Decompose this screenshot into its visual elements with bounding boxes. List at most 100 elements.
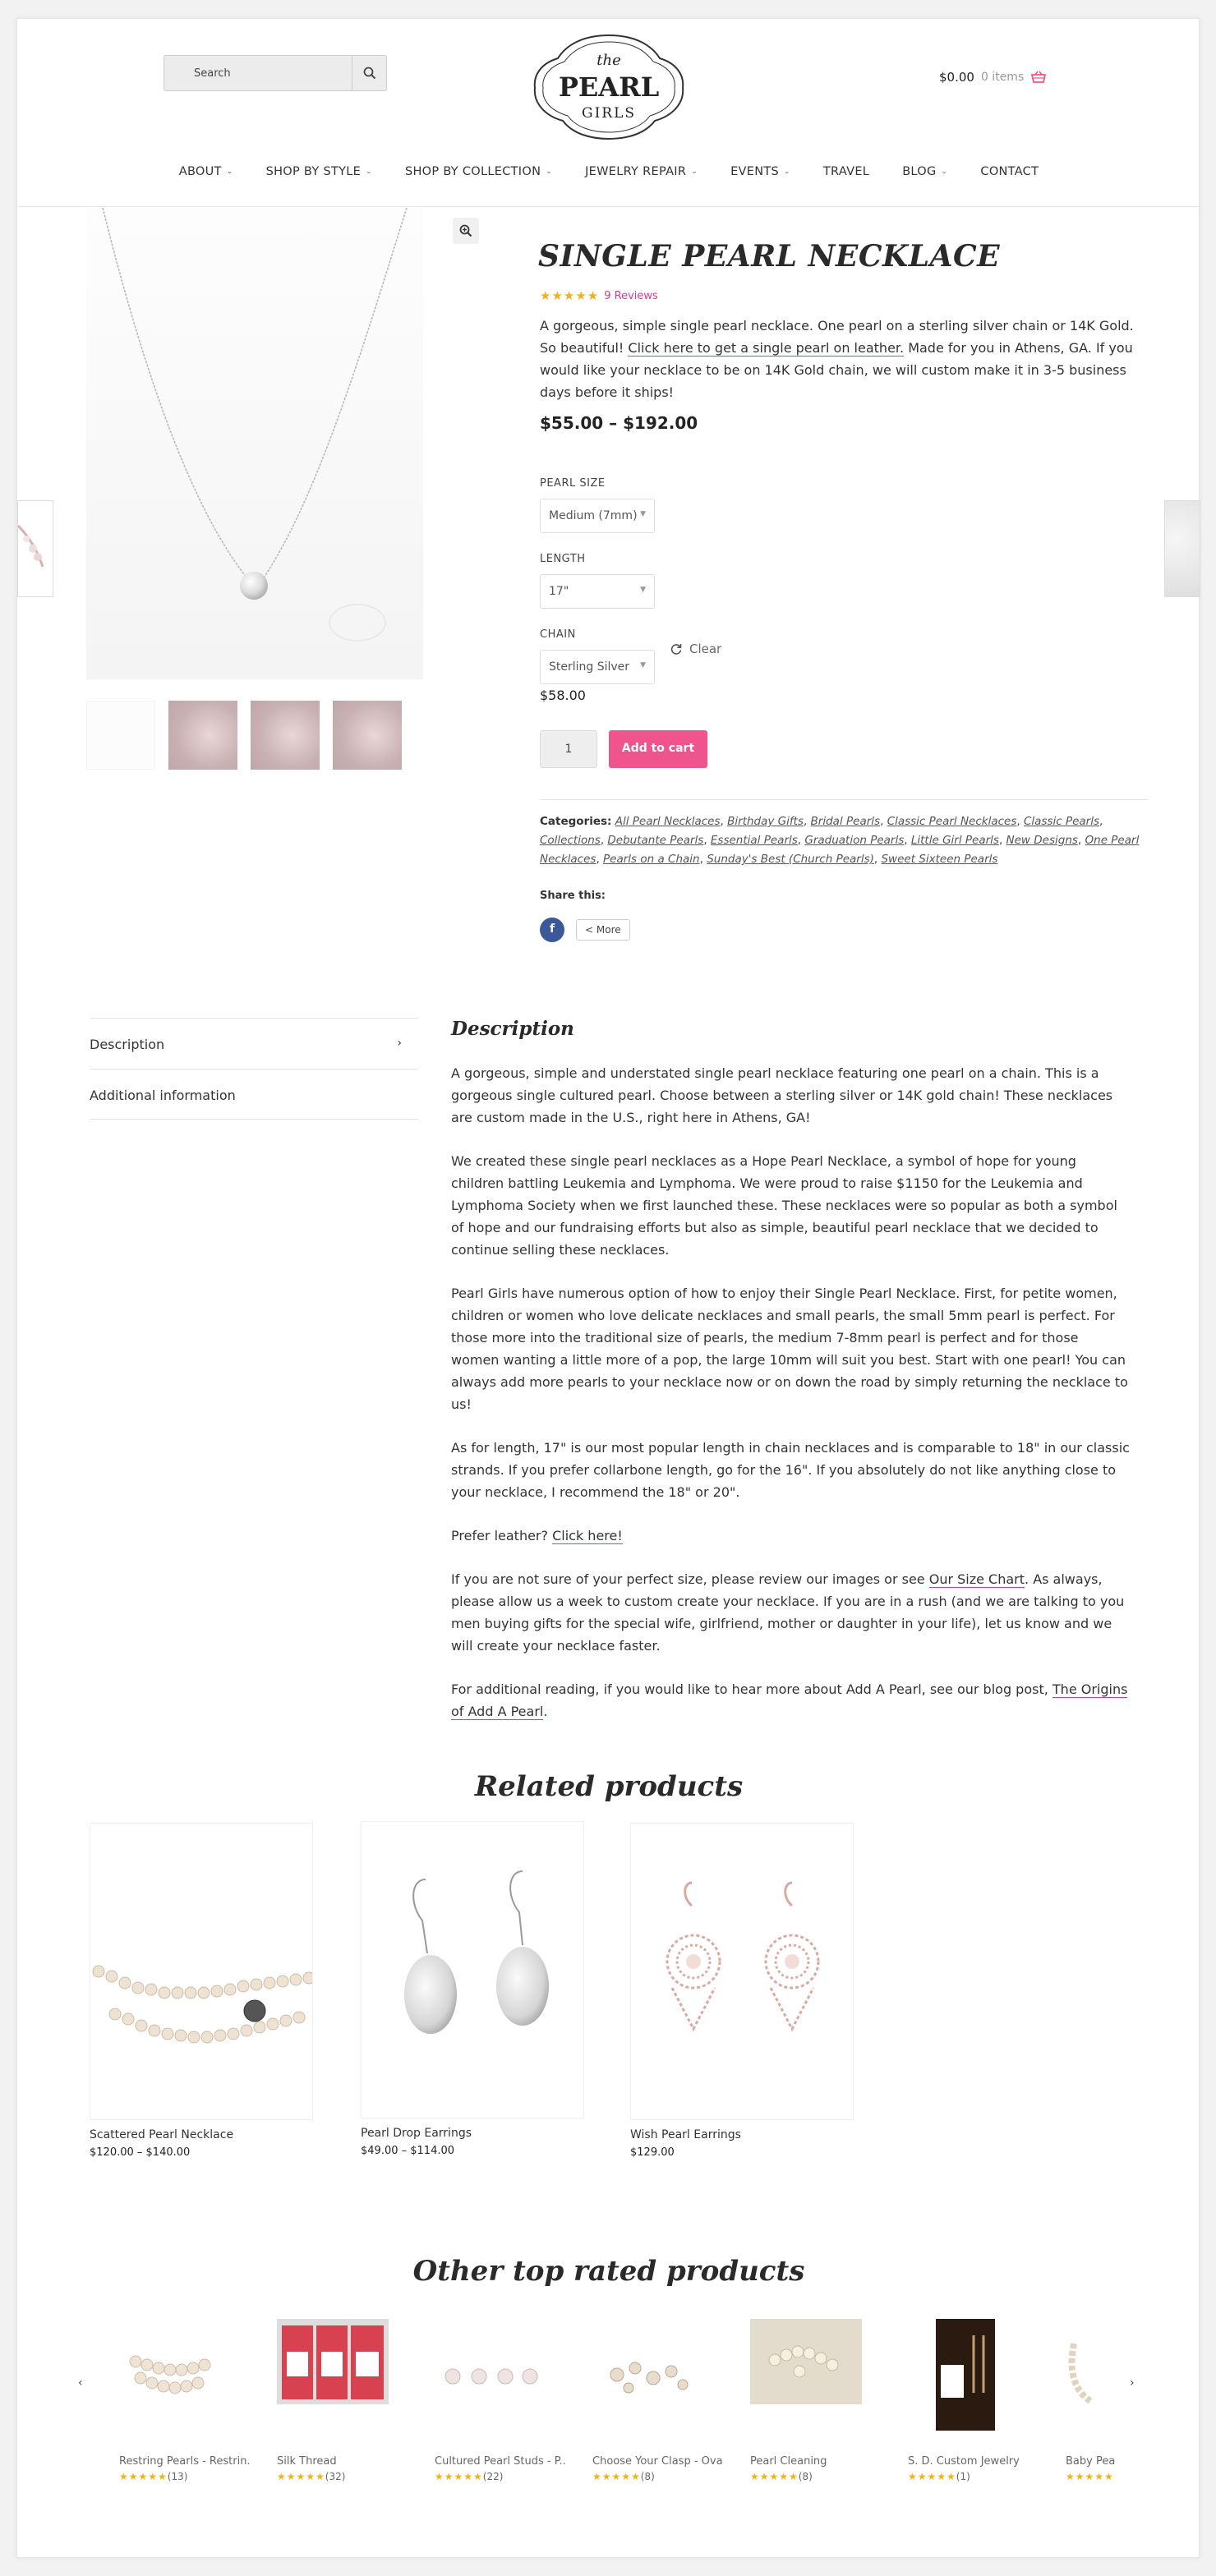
gallery-thumb[interactable]	[86, 701, 155, 770]
tab-description[interactable]: Description ›	[90, 1018, 418, 1069]
category-link[interactable]: Birthday Gifts	[727, 815, 804, 828]
facebook-share-button[interactable]: f	[540, 918, 564, 942]
top-rated-product-name[interactable]: S. D. Custom Jewelry	[908, 2455, 1039, 2468]
more-share-button[interactable]: < More	[576, 919, 630, 941]
tab-label: Additional information	[90, 1088, 236, 1103]
category-link[interactable]: Little Girl Pearls	[911, 834, 999, 847]
related-product-card[interactable]: Pearl Drop Earrings $49.00 – $114.00	[361, 1821, 584, 2157]
related-product-name[interactable]: Wish Pearl Earrings	[630, 2128, 854, 2141]
top-rated-product-image[interactable]	[119, 2319, 231, 2431]
top-rated-product-card[interactable]: Choose Your Clasp - Ova... ★★★★★(8)	[592, 2319, 724, 2482]
related-product-card[interactable]: Scattered Pearl Necklace $120.00 – $140.…	[90, 1823, 313, 2159]
category-link[interactable]: Graduation Pearls	[804, 834, 904, 847]
top-rated-product-image[interactable]	[277, 2319, 389, 2431]
top-rated-product-card[interactable]: Silk Thread ★★★★★(32)	[277, 2319, 408, 2482]
search-box[interactable]: Search	[164, 55, 387, 91]
basket-icon	[1031, 71, 1047, 83]
nav-item-about[interactable]: ABOUT ⌄	[179, 165, 233, 178]
add-to-cart-button[interactable]: Add to cart	[609, 730, 707, 768]
nav-item-shop-by-style[interactable]: SHOP BY STYLE ⌄	[266, 165, 372, 178]
cart-total: $0.00	[939, 70, 974, 85]
top-rated-product-image[interactable]	[750, 2319, 862, 2431]
variation-price: $58.00	[540, 688, 586, 703]
category-link[interactable]: Sunday's Best (Church Pearls)	[707, 853, 874, 866]
next-product-peek[interactable]	[1164, 500, 1200, 597]
prev-product-thumb	[18, 524, 44, 568]
category-link[interactable]: Classic Pearls	[1024, 815, 1099, 828]
leather-link[interactable]: Click here to get a single pearl on leat…	[628, 340, 905, 356]
category-link[interactable]: Classic Pearl Necklaces	[887, 815, 1017, 828]
nav-item-jewelry-repair[interactable]: JEWELRY REPAIR ⌄	[585, 165, 698, 178]
rating-count: (8)	[640, 2471, 655, 2482]
category-link[interactable]: All Pearl Necklaces	[615, 815, 721, 828]
star-rating: ★★★★★	[435, 2471, 483, 2482]
related-product-name[interactable]: Pearl Drop Earrings	[361, 2127, 584, 2140]
related-product-image[interactable]	[630, 1823, 854, 2120]
top-rated-product-name[interactable]: Baby Pea	[1066, 2455, 1118, 2468]
description-heading: Description	[451, 1018, 574, 1040]
chevron-down-icon: ⌄	[226, 168, 233, 176]
related-product-image[interactable]	[361, 1821, 584, 2118]
quantity-input[interactable]: 1	[540, 730, 597, 768]
length-select[interactable]: 17" ▼	[540, 574, 655, 609]
category-link[interactable]: Sweet Sixteen Pearls	[881, 853, 997, 866]
zoom-button[interactable]	[453, 218, 479, 244]
top-rated-product-image[interactable]	[908, 2319, 1020, 2431]
nav-item-blog[interactable]: BLOG ⌄	[902, 165, 947, 178]
rating-count: (13)	[167, 2471, 188, 2482]
category-link[interactable]: Pearls on a Chain	[603, 853, 700, 866]
top-rated-product-name[interactable]: Pearl Cleaning	[750, 2455, 882, 2468]
top-rated-product-rating: ★★★★★(8)	[592, 2471, 724, 2482]
top-rated-product-card[interactable]: S. D. Custom Jewelry ★★★★★(1)	[908, 2319, 1039, 2482]
related-product-card[interactable]: Wish Pearl Earrings $129.00	[630, 1823, 854, 2159]
nav-item-events[interactable]: EVENTS ⌄	[730, 165, 790, 178]
top-rated-product-card[interactable]: Restring Pearls - Restrin... ★★★★★(13)	[119, 2319, 251, 2482]
category-link[interactable]: Debutante Pearls	[607, 834, 703, 847]
pearl-size-select[interactable]: Medium (7mm) ▼	[540, 499, 655, 533]
search-input[interactable]: Search	[164, 56, 352, 90]
top-rated-product-card[interactable]: Baby Pea ★★★★★	[1066, 2319, 1118, 2482]
top-rated-product-card[interactable]: Pearl Cleaning ★★★★★(8)	[750, 2319, 882, 2482]
rating-count: (32)	[325, 2471, 346, 2482]
prev-product-peek[interactable]	[17, 500, 53, 597]
nav-item-contact[interactable]: CONTACT	[980, 165, 1039, 178]
nav-item-travel[interactable]: TRAVEL	[823, 165, 869, 178]
chevron-down-icon: ⌄	[366, 168, 372, 176]
chain-select[interactable]: Sterling Silver ▼	[540, 650, 655, 684]
top-rated-product-name[interactable]: Choose Your Clasp - Ova...	[592, 2455, 724, 2468]
category-link[interactable]: Bridal Pearls	[811, 815, 881, 828]
top-rated-product-image[interactable]	[435, 2319, 546, 2431]
gallery-thumb[interactable]	[251, 701, 320, 770]
nav-label: ABOUT	[178, 165, 222, 178]
top-rated-product-card[interactable]: Cultured Pearl Studs - P... ★★★★★(22)	[435, 2319, 566, 2482]
size-chart-link[interactable]: Our Size Chart	[928, 1571, 1025, 1588]
tab-additional-information[interactable]: Additional information	[90, 1069, 418, 1120]
nav-label: JEWELRY REPAIR	[585, 165, 687, 178]
category-link[interactable]: Collections	[540, 834, 601, 847]
cart-link[interactable]: $0.00 0 items	[939, 70, 1047, 85]
site-logo[interactable]: the PEARL GIRLS	[525, 30, 693, 142]
related-product-image[interactable]	[90, 1823, 313, 2120]
clear-selection-link[interactable]: Clear	[670, 642, 721, 656]
page: Search the PEARL GIRLS $0.00 0 items ABO…	[16, 18, 1200, 2558]
nav-item-shop-by-collection[interactable]: SHOP BY COLLECTION ⌄	[405, 165, 552, 178]
top-rated-product-name[interactable]: Cultured Pearl Studs - P...	[435, 2455, 566, 2468]
top-rated-product-name[interactable]: Silk Thread	[277, 2455, 408, 2468]
nav-label: CONTACT	[980, 165, 1039, 178]
top-rated-product-image[interactable]	[592, 2319, 704, 2431]
reviews-link[interactable]: 9 Reviews	[604, 290, 658, 302]
carousel-next-arrow[interactable]: ›	[1130, 2376, 1135, 2390]
rating-count: (8)	[798, 2471, 813, 2482]
category-link[interactable]: Essential Pearls	[711, 834, 798, 847]
product-main-image[interactable]	[86, 208, 423, 679]
leather-click-link[interactable]: Click here!	[552, 1528, 623, 1544]
top-rated-product-image[interactable]	[1066, 2319, 1118, 2431]
length-value: 17"	[549, 585, 569, 598]
gallery-thumb[interactable]	[333, 701, 402, 770]
category-link[interactable]: New Designs	[1006, 834, 1078, 847]
carousel-prev-arrow[interactable]: ‹	[78, 2376, 83, 2390]
gallery-thumb[interactable]	[168, 701, 237, 770]
top-rated-product-name[interactable]: Restring Pearls - Restrin...	[119, 2455, 251, 2468]
related-product-name[interactable]: Scattered Pearl Necklace	[90, 2128, 313, 2141]
search-button[interactable]	[352, 56, 386, 90]
